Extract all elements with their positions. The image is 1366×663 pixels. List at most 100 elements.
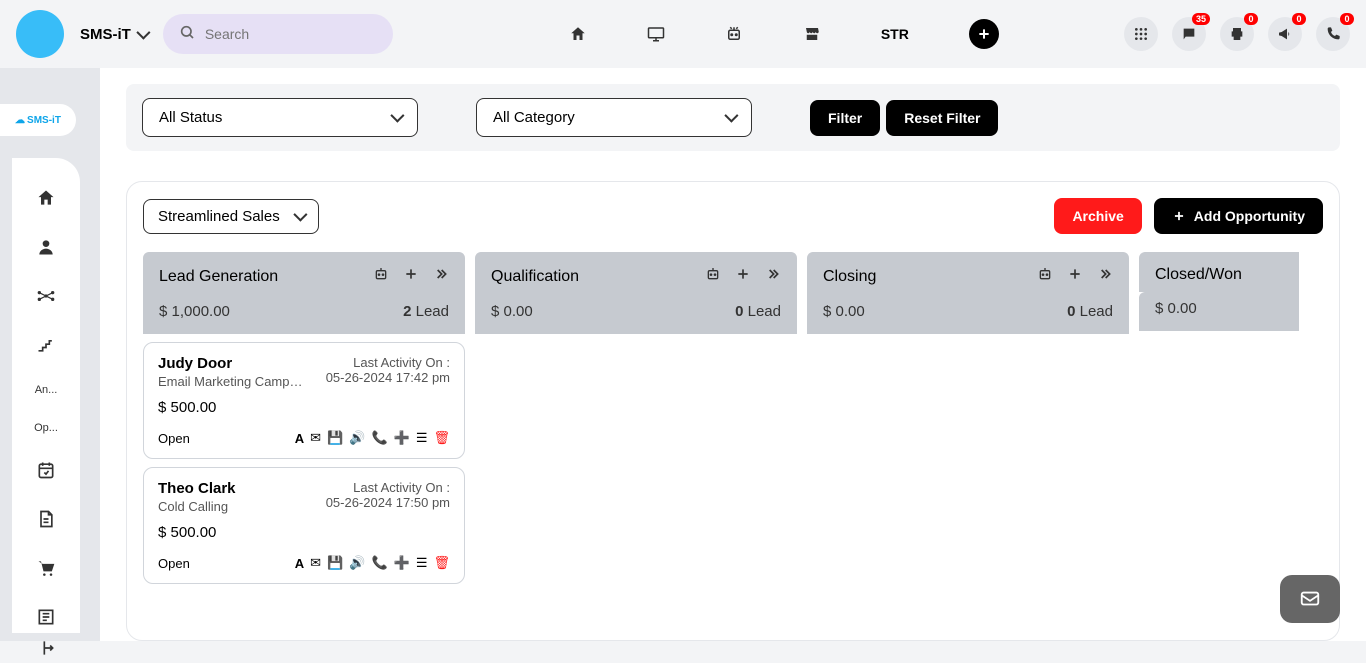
filter-button[interactable]: Filter xyxy=(810,100,880,136)
status-select[interactable]: All Status xyxy=(142,98,418,137)
pipeline-select[interactable]: Streamlined Sales xyxy=(143,199,319,234)
plus-circle-button[interactable] xyxy=(969,19,999,49)
save-icon[interactable]: 💾 xyxy=(327,555,343,571)
sidebar-opportunities[interactable]: Op... xyxy=(12,422,80,434)
column-lead-count: 0 Lead xyxy=(735,303,781,320)
sidebar-home[interactable] xyxy=(12,188,80,211)
sidebar-steps[interactable] xyxy=(12,335,80,358)
save-icon[interactable]: 💾 xyxy=(327,430,343,446)
column-title: Lead Generation xyxy=(159,268,278,286)
list-icon[interactable]: ☰ xyxy=(416,555,428,571)
add-opportunity-label: Add Opportunity xyxy=(1194,208,1305,224)
sidebar-network[interactable] xyxy=(12,286,80,309)
chevron-double-right-icon[interactable] xyxy=(1097,266,1113,287)
font-icon[interactable]: A xyxy=(295,431,304,446)
card-activity: Last Activity On :05-26-2024 17:42 pm xyxy=(326,355,450,385)
column-lead-count: 2 Lead xyxy=(403,303,449,320)
filter-bar: All Status All Category Filter Reset Fil… xyxy=(126,84,1340,151)
brand-dropdown[interactable]: SMS-iT xyxy=(80,26,147,43)
card-amount: $ 500.00 xyxy=(158,524,450,541)
mail-icon[interactable]: ✉ xyxy=(310,430,321,446)
sidebar-logout[interactable] xyxy=(12,638,80,663)
sidebar-calendar[interactable] xyxy=(12,460,80,483)
card-status: Open xyxy=(158,431,190,446)
main-content: All Status All Category Filter Reset Fil… xyxy=(100,68,1366,641)
kanban-column: Qualification $ 0.000 Lead xyxy=(475,252,797,584)
status-value: All Status xyxy=(159,109,222,126)
robot-icon[interactable] xyxy=(373,266,389,287)
category-select[interactable]: All Category xyxy=(476,98,752,137)
sidebar-document[interactable] xyxy=(12,509,80,532)
sidebar-analytics[interactable]: An... xyxy=(12,384,80,396)
sidebar-outer: ☁SMS-iT An... Op... xyxy=(0,68,100,641)
header-right: 35 0 0 0 xyxy=(1124,17,1350,51)
chevron-double-right-icon[interactable] xyxy=(765,266,781,287)
chevron-down-icon xyxy=(137,26,147,43)
chevron-double-right-icon[interactable] xyxy=(433,266,449,287)
card-activity: Last Activity On :05-26-2024 17:50 pm xyxy=(326,480,450,510)
plus-icon[interactable] xyxy=(403,266,419,287)
chevron-down-icon xyxy=(725,109,735,126)
opportunity-card[interactable]: Judy Door Email Marketing Campaign Last … xyxy=(143,342,465,459)
chat-button[interactable]: 35 xyxy=(1172,17,1206,51)
board-container: Streamlined Sales Archive Add Opportunit… xyxy=(126,181,1340,641)
add-icon[interactable]: ➕ xyxy=(394,555,410,571)
search-icon xyxy=(179,24,195,45)
chat-badge: 35 xyxy=(1192,13,1210,25)
sidebar-logo[interactable]: ☁SMS-iT xyxy=(0,104,76,136)
add-opportunity-button[interactable]: Add Opportunity xyxy=(1154,198,1323,234)
chat-widget[interactable] xyxy=(1280,575,1340,623)
robot-icon[interactable] xyxy=(725,25,743,43)
search-input[interactable] xyxy=(205,26,377,42)
str-link[interactable]: STR xyxy=(881,26,909,42)
column-stats: $ 0.00 xyxy=(1139,292,1299,331)
phone-button[interactable]: 0 xyxy=(1316,17,1350,51)
search-box[interactable] xyxy=(163,14,393,54)
sidebar-cart[interactable] xyxy=(12,558,80,581)
reset-filter-button[interactable]: Reset Filter xyxy=(886,100,998,136)
archive-button[interactable]: Archive xyxy=(1054,198,1141,234)
print-button[interactable]: 0 xyxy=(1220,17,1254,51)
column-stats: $ 1,000.002 Lead xyxy=(143,295,465,334)
home-icon[interactable] xyxy=(569,25,587,43)
cloud-icon: ☁ xyxy=(15,115,25,126)
volume-icon[interactable]: 🔊 xyxy=(349,430,365,446)
phone-icon[interactable]: 📞 xyxy=(371,430,387,446)
card-campaign: Email Marketing Campaign xyxy=(158,374,308,389)
logo-avatar[interactable] xyxy=(16,10,64,58)
chevron-down-icon xyxy=(391,109,401,126)
column-header: Lead Generation xyxy=(143,252,465,295)
megaphone-badge: 0 xyxy=(1292,13,1306,25)
print-badge: 0 xyxy=(1244,13,1258,25)
mail-icon[interactable]: ✉ xyxy=(310,555,321,571)
sidebar-user[interactable] xyxy=(12,237,80,260)
list-icon[interactable]: ☰ xyxy=(416,430,428,446)
plus-icon[interactable] xyxy=(735,266,751,287)
card-amount: $ 500.00 xyxy=(158,399,450,416)
opportunity-card[interactable]: Theo Clark Cold Calling Last Activity On… xyxy=(143,467,465,584)
sidebar-nav: An... Op... xyxy=(12,158,80,633)
apps-grid-button[interactable] xyxy=(1124,17,1158,51)
phone-icon[interactable]: 📞 xyxy=(371,555,387,571)
store-icon[interactable] xyxy=(803,25,821,43)
plus-icon[interactable] xyxy=(1067,266,1083,287)
monitor-icon[interactable] xyxy=(647,25,665,43)
robot-icon[interactable] xyxy=(705,266,721,287)
column-amount: $ 0.00 xyxy=(823,303,865,320)
sidebar-news[interactable] xyxy=(12,607,80,630)
card-name: Theo Clark xyxy=(158,480,236,497)
card-campaign: Cold Calling xyxy=(158,499,236,514)
trash-icon[interactable]: 🗑 xyxy=(433,555,450,571)
volume-icon[interactable]: 🔊 xyxy=(349,555,365,571)
kanban-column: Closed/Won $ 0.00 xyxy=(1139,252,1299,584)
add-icon[interactable]: ➕ xyxy=(394,430,410,446)
kanban-column: Closing $ 0.000 Lead xyxy=(807,252,1129,584)
megaphone-button[interactable]: 0 xyxy=(1268,17,1302,51)
card-name: Judy Door xyxy=(158,355,308,372)
font-icon[interactable]: A xyxy=(295,556,304,571)
column-header: Qualification xyxy=(475,252,797,295)
header-nav: STR xyxy=(569,19,999,49)
column-lead-count: 0 Lead xyxy=(1067,303,1113,320)
robot-icon[interactable] xyxy=(1037,266,1053,287)
trash-icon[interactable]: 🗑 xyxy=(433,430,450,446)
